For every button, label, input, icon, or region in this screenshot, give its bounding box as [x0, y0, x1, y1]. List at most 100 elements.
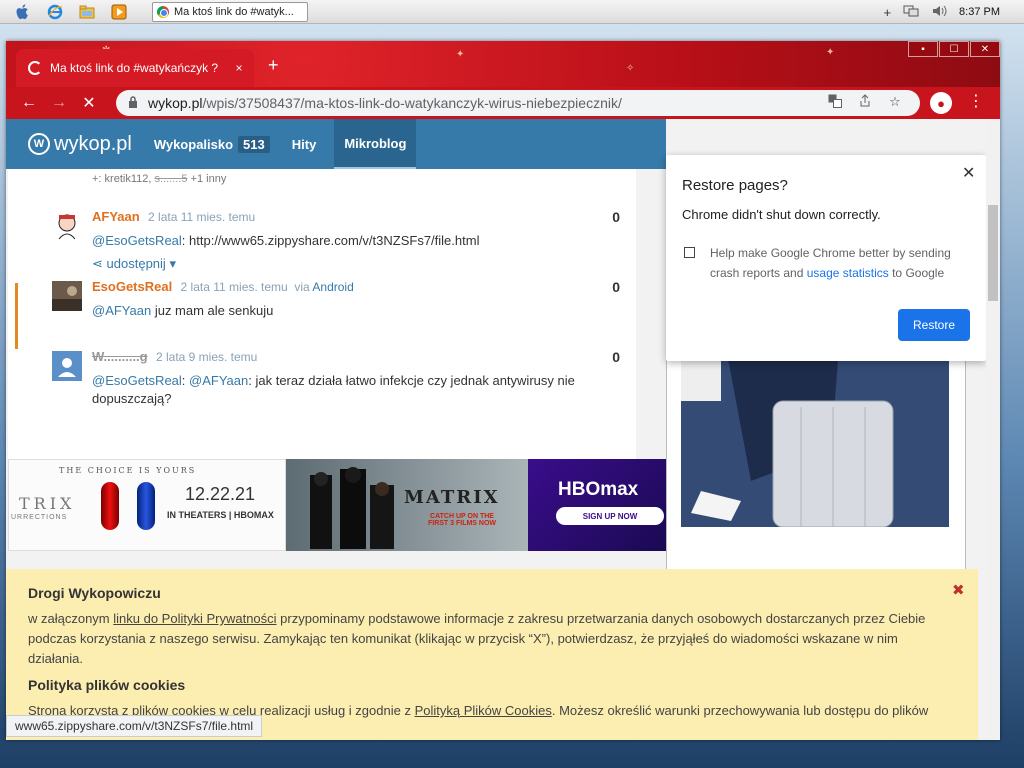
crash-report-tail: to Google [888, 266, 945, 280]
url-path: /wpis/37508437/ma-ktos-link-do-watykancz… [202, 95, 622, 111]
cookie-policy-link[interactable]: Polityką Plików Cookies [415, 703, 552, 718]
nav-hity-label: Hity [291, 136, 317, 152]
taskbar-chrome-task[interactable]: Ma ktoś link do #watyk... [152, 1, 308, 22]
tab-close-icon[interactable]: × [230, 61, 248, 75]
voters-struck: s.......5 [154, 173, 188, 185]
url-host: wykop.pl [148, 95, 203, 111]
comment-score[interactable]: 0 [612, 279, 620, 295]
comment-source[interactable]: Android [312, 280, 353, 294]
wykop-logo[interactable]: W wykop.pl [28, 133, 132, 156]
comment-time: 2 lata 11 mies. temu [148, 210, 256, 224]
usage-statistics-link[interactable]: usage statistics [807, 266, 889, 280]
avatar[interactable] [52, 281, 82, 311]
comment-time: 2 lata 9 mies. temu [155, 350, 258, 364]
window-titlebar: ✻ ✦ ✧ ✦ Ma ktoś link do #watykańczyk ? ×… [6, 41, 1000, 87]
cookie-heading-1: Drogi Wykopowiczu [28, 585, 161, 601]
stop-icon[interactable]: ✕ [74, 93, 104, 113]
browser-toolbar: ← → ✕ wykop.pl/wpis/37508437/ma-ktos-lin… [6, 87, 1000, 119]
profile-avatar-icon[interactable]: ● [930, 92, 952, 114]
comments-panel: +: kretik112, s.......5 +1 inny AFYaan 2… [8, 169, 636, 459]
mention-link[interactable]: @EsoGetsReal [92, 233, 182, 248]
internet-explorer-icon[interactable] [46, 3, 64, 21]
minimize-button[interactable]: ▪ [908, 41, 938, 57]
nav-mikroblog[interactable]: Mikroblog [334, 119, 417, 169]
ad-release-date: 12.22.21 [185, 484, 256, 504]
wykop-header: W wykop.pl Wykopalisko 513 Hity Mikroblo… [6, 119, 666, 169]
share-icon[interactable] [850, 94, 880, 111]
dialog-subtitle: Chrome didn't shut down correctly. [682, 207, 881, 222]
close-window-button[interactable]: ✕ [970, 41, 1000, 57]
voters-list: +: kretik112, s.......5 +1 inny [92, 173, 226, 185]
cookie-p2-b: . Możesz określić warunki przechowywania… [551, 703, 929, 718]
hbomax-ad[interactable]: HBOmax SIGN UP NOW [528, 459, 666, 551]
matrix-ad-left[interactable]: THE CHOICE IS YOURS TRIX URRECTIONS 12.2… [8, 459, 286, 551]
comment-time-text: 2 lata 11 mies. temu [180, 280, 288, 294]
ad-subtitle: URRECTIONS [11, 514, 68, 521]
comment-sep: : [181, 373, 190, 388]
nav-wykopalisko[interactable]: Wykopalisko 513 [154, 119, 270, 169]
wykop-logo-icon: W [28, 133, 50, 155]
nav-mikroblog-label: Mikroblog [344, 135, 407, 151]
back-icon[interactable]: ← [14, 94, 44, 112]
cookie-close-icon[interactable]: ✖ [952, 581, 965, 599]
avatar[interactable] [52, 351, 82, 381]
comment-author[interactable]: AFYaan [92, 209, 140, 224]
comment-header: AFYaan 2 lata 11 mies. temu [92, 209, 622, 224]
nav-wykopalisko-label: Wykopalisko [153, 136, 234, 152]
maximize-button[interactable]: ☐ [939, 41, 969, 57]
tab-active[interactable]: Ma ktoś link do #watykańczyk ? × [16, 49, 254, 87]
mention-link[interactable]: @AFYaan [189, 373, 248, 388]
ad-signup-button[interactable]: SIGN UP NOW [556, 507, 664, 525]
avatar[interactable] [52, 211, 82, 241]
network-icon[interactable] [903, 4, 919, 21]
mention-link[interactable]: @EsoGetsReal [92, 373, 182, 388]
nav-wykopalisko-count: 513 [238, 135, 270, 153]
comment-text[interactable]: : http://www65.zippyshare.com/v/t3NZSFs7… [182, 233, 480, 248]
comment-score[interactable]: 0 [612, 349, 620, 365]
matrix-ad-middle[interactable]: MATRIX CATCH UP ON THE FIRST 3 FILMS NOW [286, 459, 528, 551]
file-explorer-icon[interactable] [78, 3, 96, 21]
nav-hity[interactable]: Hity [292, 119, 317, 169]
red-pill-icon [101, 482, 119, 530]
voters-prefix: +: kretik112, [92, 173, 155, 185]
new-tab-button[interactable]: + [268, 55, 279, 76]
media-player-icon[interactable] [110, 3, 128, 21]
banner-ad-row[interactable]: THE CHOICE IS YOURS TRIX URRECTIONS 12.2… [8, 459, 666, 551]
comment-text: juz mam ale senkuju [151, 303, 274, 318]
comment-author[interactable]: EsoGetsReal [92, 279, 172, 294]
comment-item: AFYaan 2 lata 11 mies. temu 0 @EsoGetsRe… [52, 209, 622, 272]
crash-report-checkbox[interactable] [684, 247, 695, 258]
comment-author[interactable]: W..........g [92, 349, 148, 364]
ad-matrix-title: MATRIX [404, 487, 500, 508]
scrollbar-thumb[interactable] [988, 205, 998, 301]
ad-theaters: IN THEATERS | HBOMAX [167, 510, 274, 520]
dialog-title: Restore pages? [682, 177, 788, 194]
url-text: wykop.pl/wpis/37508437/ma-ktos-link-do-w… [148, 95, 622, 111]
crash-report-label: Help make Google Chrome better by sendin… [710, 243, 970, 283]
restore-button[interactable]: Restore [898, 309, 970, 341]
snowflake-icon: ✦ [456, 49, 465, 60]
translate-icon[interactable] [820, 94, 850, 111]
tray-plus-icon[interactable]: + [883, 5, 891, 20]
page-scrollbar[interactable] [986, 119, 1000, 740]
comment-body: @AFYaan juz mam ale senkuju [92, 302, 622, 320]
comment-score[interactable]: 0 [612, 209, 620, 225]
cookie-p1-a: w załączonym [28, 611, 114, 626]
mention-link[interactable]: @AFYaan [92, 303, 151, 318]
tab-title: Ma ktoś link do #watykańczyk ? [50, 61, 219, 75]
address-bar[interactable]: wykop.pl/wpis/37508437/ma-ktos-link-do-w… [116, 90, 920, 116]
share-label: udostępnij [106, 256, 166, 271]
volume-icon[interactable] [931, 4, 947, 21]
comment-via: via [294, 280, 310, 294]
dialog-close-icon[interactable]: ✕ [962, 163, 975, 183]
apple-menu-icon[interactable] [14, 3, 32, 21]
share-button[interactable]: ⋖ udostępnij ▾ [92, 256, 622, 272]
lock-icon[interactable] [128, 95, 138, 111]
privacy-policy-link[interactable]: linku do Polityki Prywatności [113, 611, 276, 626]
menu-kebab-icon[interactable]: ⋮ [968, 91, 984, 111]
bookmark-star-icon[interactable]: ☆ [880, 94, 910, 111]
forward-icon[interactable]: → [44, 94, 74, 112]
comment-body: @EsoGetsReal: @AFYaan: jak teraz działa … [92, 372, 622, 408]
cookie-paragraph-1: w załączonym linku do Polityki Prywatnoś… [28, 609, 956, 669]
hbomax-logo: HBOmax [558, 479, 639, 500]
